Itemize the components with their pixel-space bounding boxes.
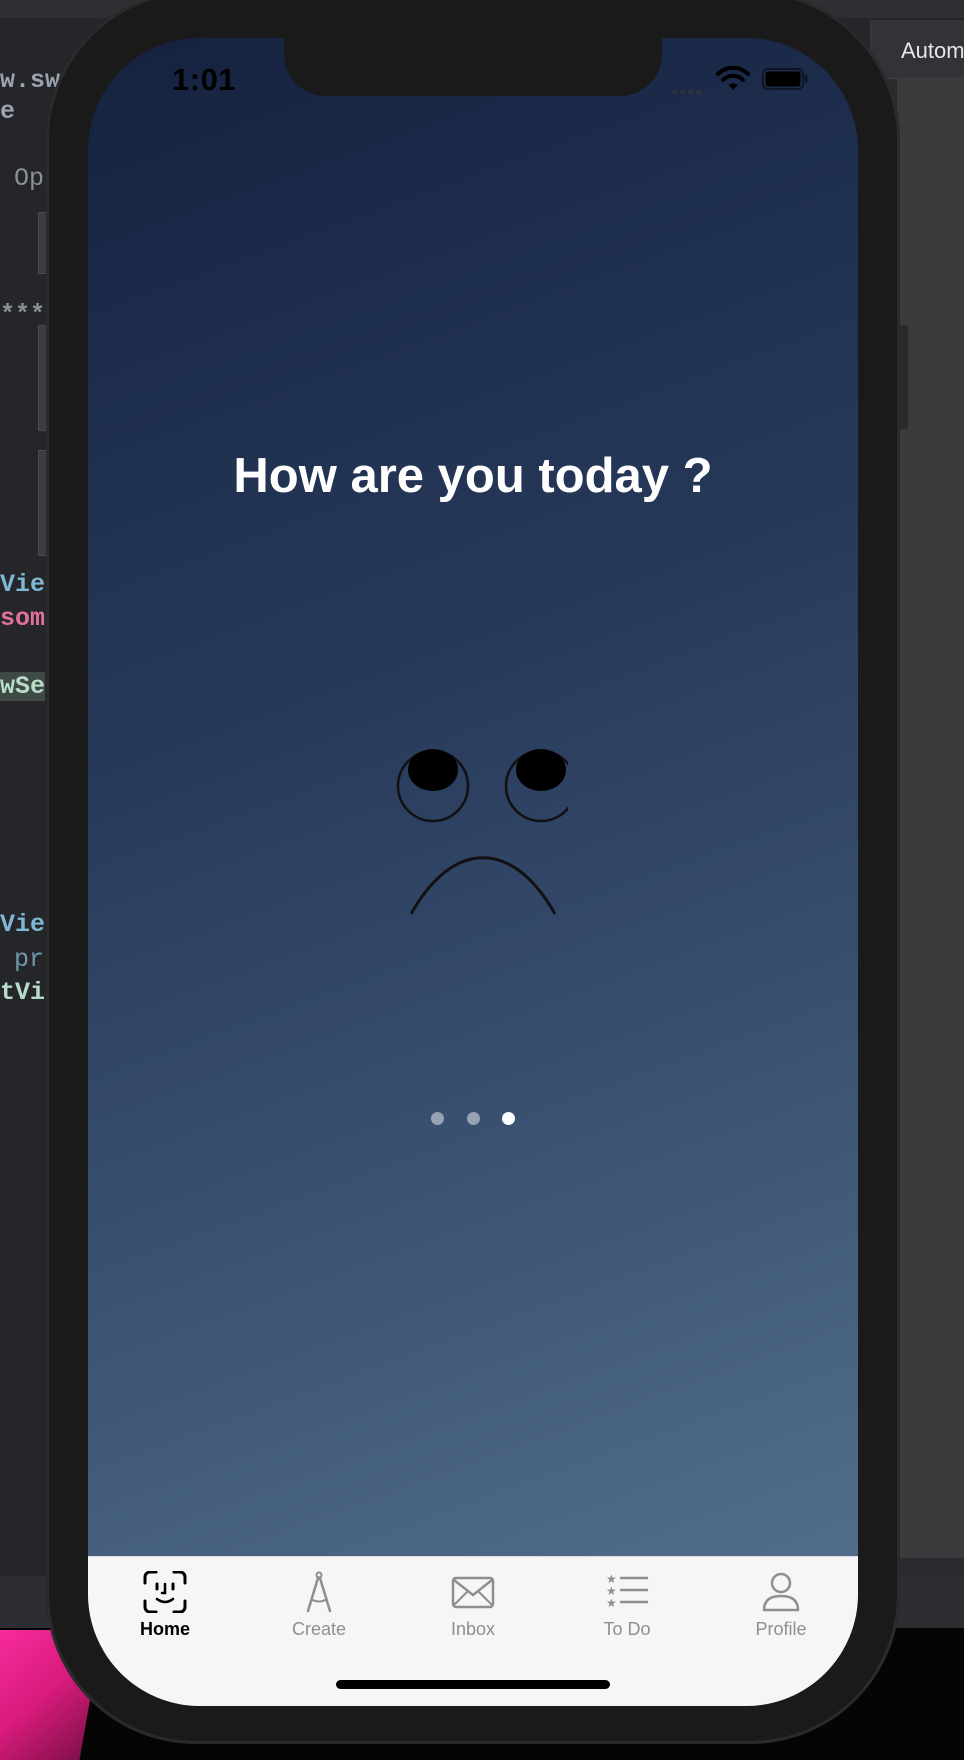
code-fragment: som — [0, 604, 46, 633]
sad-face-illustration — [396, 749, 568, 915]
right-pupil — [516, 749, 566, 791]
face-id-icon — [143, 1571, 187, 1613]
code-fragment: e — [0, 97, 16, 126]
home-indicator[interactable] — [336, 1680, 610, 1689]
code-fragment: pr — [14, 945, 45, 974]
page-dot[interactable] — [466, 1112, 480, 1125]
phone-notch — [284, 38, 662, 96]
code-fragment: Vie — [0, 570, 46, 599]
page-indicator[interactable] — [88, 1112, 858, 1128]
cellular-signal-icon — [672, 82, 712, 95]
code-fragment: Vie — [0, 910, 46, 939]
tab-label: Profile — [755, 1619, 807, 1639]
frown-mouth — [409, 856, 557, 915]
code-fragment: wSe — [0, 672, 46, 701]
tab-todo[interactable]: ★ ★ ★ To Do — [550, 1571, 704, 1657]
list-star-icon: ★ ★ ★ — [606, 1572, 649, 1610]
tab-label: Inbox — [450, 1619, 496, 1639]
compass-icon — [306, 1571, 332, 1613]
question-title: How are you today ? — [233, 449, 713, 503]
phone-screen: 1:01 How are you today ? Home Create Inb… — [88, 38, 858, 1706]
battery-icon — [762, 68, 808, 90]
code-fragment: tVi — [0, 978, 46, 1007]
envelope-icon — [451, 1576, 495, 1609]
page-dot-active[interactable] — [501, 1112, 515, 1125]
desktop: w.swi e Op *** Vie som wSe Vie pr tVi Au… — [0, 0, 964, 1760]
wifi-icon — [716, 66, 750, 90]
inspector-title: Autom — [901, 38, 964, 63]
tab-profile[interactable]: Profile — [704, 1571, 858, 1657]
inspector-body — [897, 78, 964, 1558]
tab-home[interactable]: Home — [88, 1571, 242, 1657]
tab-label: To Do — [603, 1619, 651, 1639]
status-time: 1:01 — [172, 62, 237, 97]
tab-label: Home — [139, 1619, 190, 1639]
tab-label: Create — [291, 1619, 347, 1639]
code-fragment: Op — [14, 164, 45, 193]
left-pupil — [408, 749, 458, 791]
tab-inbox[interactable]: Inbox — [396, 1571, 550, 1657]
tab-create[interactable]: Create — [242, 1571, 396, 1657]
inspector-header: Autom — [871, 20, 964, 79]
person-icon — [762, 1572, 800, 1612]
svg-text:★: ★ — [606, 1596, 617, 1610]
page-dot[interactable] — [431, 1112, 445, 1125]
